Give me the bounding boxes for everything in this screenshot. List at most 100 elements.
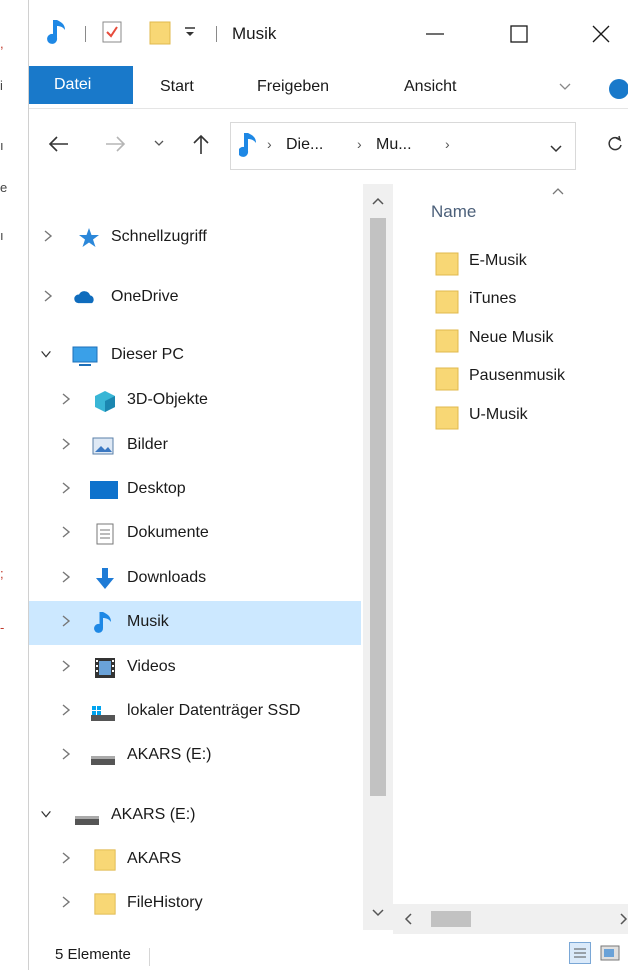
content-scrollbar[interactable] (393, 904, 628, 934)
nav-item-desktop[interactable]: Desktop (29, 468, 361, 512)
new-folder-icon[interactable] (149, 18, 171, 46)
documents-icon (96, 523, 114, 545)
star-icon (79, 228, 99, 247)
nav-item-bilder[interactable]: Bilder (29, 424, 361, 468)
nav-item-videos[interactable]: Videos (29, 646, 361, 690)
drive-icon (91, 756, 115, 765)
desktop-icon (90, 481, 118, 499)
nav-item-musik[interactable]: Musik (29, 601, 361, 645)
tab-ansicht[interactable]: Ansicht (404, 72, 456, 102)
nav-item-label: Bilder (127, 436, 168, 453)
nav-scrollbar-thumb[interactable] (370, 218, 386, 796)
recent-locations-icon[interactable] (145, 130, 173, 158)
scroll-up-icon[interactable] (371, 196, 385, 206)
chevron-right-icon[interactable] (59, 658, 73, 674)
file-name: Pausenmusik (469, 367, 566, 384)
customize-toolbar-icon[interactable] (183, 18, 197, 46)
pc-icon (72, 346, 98, 366)
nav-item-label: Downloads (127, 569, 207, 586)
nav-item-akars-drive[interactable]: AKARS (E:) (29, 734, 361, 778)
nav-item-3d-objekte[interactable]: 3D-Objekte (29, 379, 361, 423)
music-icon[interactable] (47, 18, 69, 46)
forward-arrow-icon[interactable] (101, 130, 129, 158)
chevron-right-icon[interactable] (59, 850, 73, 866)
sort-ascending-icon (552, 188, 564, 195)
file-name: U-Musik (469, 406, 528, 423)
file-name: E-Musik (469, 252, 527, 269)
nav-scrollbar[interactable] (363, 184, 393, 930)
content-scrollbar-thumb[interactable] (431, 911, 471, 927)
cube-3d-icon (95, 391, 115, 412)
nav-item-akars-drive-root[interactable]: AKARS (E:) (29, 794, 361, 838)
up-arrow-icon[interactable] (187, 130, 215, 158)
ribbon-expand-icon[interactable] (558, 72, 572, 102)
background-window: , i ı e ı ; - (0, 0, 28, 970)
folder-icon (435, 406, 459, 430)
file-list: Name E-Musik iTunes Neue Musik Pausenmus… (393, 184, 628, 904)
chevron-right-icon[interactable] (41, 228, 55, 244)
pictures-icon (92, 437, 114, 455)
address-bar[interactable]: › Die... › Mu... › (230, 122, 576, 170)
minimize-button[interactable] (415, 12, 455, 56)
tab-datei[interactable]: Datei (29, 66, 133, 104)
nav-item-onedrive[interactable]: OneDrive (29, 276, 361, 320)
breadcrumb-item[interactable]: Mu... (376, 136, 412, 154)
breadcrumb-item[interactable]: Die... (286, 136, 323, 154)
close-button[interactable] (581, 12, 621, 56)
nav-item-dieser-pc[interactable]: Dieser PC (29, 334, 361, 378)
chevron-right-icon[interactable] (59, 894, 73, 910)
nav-item-label: AKARS (127, 850, 182, 867)
nav-item-filehistory[interactable]: FileHistory (29, 882, 361, 926)
nav-item-label: Desktop (127, 480, 186, 497)
chevron-right-icon[interactable] (59, 436, 73, 452)
nav-item-label: Dokumente (127, 524, 209, 541)
large-icons-view-icon[interactable] (599, 942, 621, 964)
folder-icon (435, 252, 459, 276)
refresh-icon[interactable] (601, 130, 628, 158)
chevron-right-icon[interactable] (59, 569, 73, 585)
scroll-down-icon[interactable] (371, 908, 385, 918)
details-view-icon[interactable] (569, 942, 591, 964)
breadcrumb-separator-icon: › (357, 136, 362, 152)
chevron-right-icon[interactable] (41, 288, 55, 304)
scroll-left-icon[interactable] (403, 912, 413, 926)
title-bar: Musik (29, 0, 628, 60)
back-arrow-icon[interactable] (45, 130, 73, 158)
chevron-right-icon[interactable] (59, 702, 73, 718)
chevron-right-icon[interactable] (59, 746, 73, 762)
chevron-right-icon[interactable] (59, 391, 73, 407)
address-history-icon[interactable] (549, 141, 563, 159)
background-mark: - (0, 620, 5, 635)
video-icon (95, 658, 115, 678)
nav-item-label: 3D-Objekte (127, 391, 208, 408)
nav-item-label: Schnellzugriff (111, 228, 207, 245)
file-name: Neue Musik (469, 329, 554, 346)
tab-start[interactable]: Start (160, 72, 194, 102)
chevron-right-icon[interactable] (59, 613, 73, 629)
chevron-down-icon[interactable] (39, 346, 53, 362)
folder-icon (435, 329, 459, 353)
folder-icon (435, 290, 459, 314)
tab-freigeben[interactable]: Freigeben (257, 72, 329, 102)
maximize-button[interactable] (499, 12, 539, 56)
nav-item-label: Musik (127, 613, 169, 630)
column-header-name[interactable]: Name (431, 202, 476, 222)
properties-icon[interactable] (101, 18, 123, 46)
help-icon[interactable] (609, 74, 628, 104)
background-mark: ; (0, 566, 4, 581)
background-mark: ı (0, 228, 4, 243)
nav-item-label: OneDrive (111, 288, 179, 305)
chevron-right-icon[interactable] (59, 480, 73, 496)
nav-item-lokaler-datentraeger[interactable]: lokaler Datenträger SSD (29, 690, 361, 734)
item-count: 5 Elemente (55, 946, 131, 963)
navigation-bar: › Die... › Mu... › (29, 112, 628, 178)
download-icon (96, 568, 114, 589)
nav-item-schnellzugriff[interactable]: Schnellzugriff (29, 216, 361, 260)
nav-item-dokumente[interactable]: Dokumente (29, 512, 361, 556)
nav-item-akars-folder[interactable]: AKARS (29, 838, 361, 882)
cloud-icon (74, 291, 94, 304)
chevron-down-icon[interactable] (39, 806, 53, 822)
scroll-right-icon[interactable] (619, 912, 628, 926)
chevron-right-icon[interactable] (59, 524, 73, 540)
nav-item-downloads[interactable]: Downloads (29, 557, 361, 601)
